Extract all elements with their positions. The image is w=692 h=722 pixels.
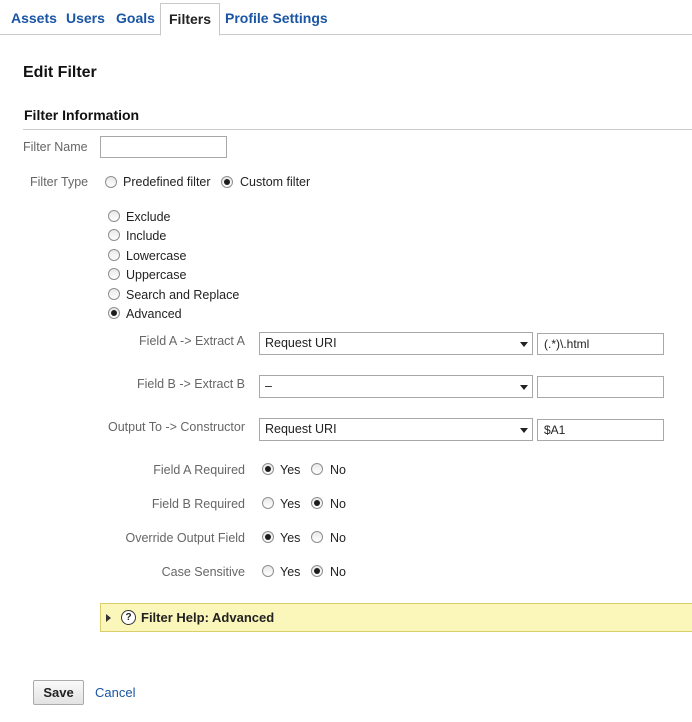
tab-filters[interactable]: Filters — [160, 3, 221, 36]
uppercase-radio[interactable] — [108, 268, 120, 280]
field-a-label: Field A -> Extract A — [139, 334, 245, 348]
filter-help-label: Filter Help: Advanced — [141, 610, 275, 625]
dropdown-arrow-icon — [520, 428, 528, 433]
yes-label: Yes — [280, 531, 301, 545]
include-radio[interactable] — [108, 229, 120, 241]
advanced-radio[interactable] — [108, 307, 120, 319]
custom-filter-label: Custom filter — [240, 175, 311, 189]
tab-profile-settings[interactable]: Profile Settings — [225, 0, 328, 35]
output-select-value: Request URI — [265, 422, 337, 436]
predefined-filter-radio[interactable] — [105, 176, 117, 188]
field-a-required-label: Field A Required — [153, 463, 245, 477]
output-label: Output To -> Constructor — [108, 420, 245, 434]
case-sensitive-no-radio[interactable] — [311, 565, 323, 577]
field-b-required-yes-radio[interactable] — [262, 497, 274, 509]
uppercase-label: Uppercase — [126, 268, 187, 282]
filter-name-label: Filter Name — [23, 140, 88, 154]
field-a-required-yes-radio[interactable] — [262, 463, 274, 475]
case-sensitive-label: Case Sensitive — [161, 565, 245, 579]
override-output-no-radio[interactable] — [311, 531, 323, 543]
field-b-required-no-radio[interactable] — [311, 497, 323, 509]
expand-triangle-icon — [106, 614, 111, 622]
extract-b-input[interactable] — [537, 376, 664, 398]
tab-users[interactable]: Users — [66, 0, 105, 35]
field-b-select-value: – — [265, 379, 272, 393]
tab-goals[interactable]: Goals — [116, 0, 155, 35]
case-sensitive-yes-radio[interactable] — [262, 565, 274, 577]
help-icon: ? — [121, 610, 136, 625]
cancel-link[interactable]: Cancel — [95, 685, 135, 700]
field-a-select[interactable]: Request URI — [259, 332, 533, 355]
predefined-filter-label: Predefined filter — [123, 175, 211, 189]
custom-filter-radio[interactable] — [221, 176, 233, 188]
include-label: Include — [126, 229, 167, 243]
yes-label: Yes — [280, 497, 301, 511]
output-select[interactable]: Request URI — [259, 418, 533, 441]
lowercase-radio[interactable] — [108, 249, 120, 261]
no-label: No — [330, 497, 346, 511]
override-output-label: Override Output Field — [125, 531, 246, 545]
search-and-replace-radio[interactable] — [108, 288, 120, 300]
exclude-radio[interactable] — [108, 210, 120, 222]
tab-assets[interactable]: Assets — [11, 0, 57, 35]
filter-help-bar[interactable]: ? Filter Help: Advanced — [100, 603, 692, 632]
page-title: Edit Filter — [23, 64, 97, 81]
advanced-label: Advanced — [126, 307, 182, 321]
filter-name-input[interactable] — [100, 136, 227, 158]
constructor-input[interactable] — [537, 419, 664, 441]
field-a-required-no-radio[interactable] — [311, 463, 323, 475]
no-label: No — [330, 531, 346, 545]
extract-a-input[interactable] — [537, 333, 664, 355]
exclude-label: Exclude — [126, 210, 171, 224]
field-b-required-label: Field B Required — [151, 497, 245, 511]
field-a-select-value: Request URI — [265, 336, 337, 350]
field-b-select[interactable]: – — [259, 375, 533, 398]
yes-label: Yes — [280, 463, 301, 477]
search-and-replace-label: Search and Replace — [126, 288, 240, 302]
section-divider — [23, 129, 692, 130]
section-title: Filter Information — [24, 107, 140, 123]
filter-type-label: Filter Type — [30, 175, 89, 189]
yes-label: Yes — [280, 565, 301, 579]
save-button[interactable]: Save — [33, 680, 84, 705]
dropdown-arrow-icon — [520, 385, 528, 390]
no-label: No — [330, 565, 346, 579]
tab-bar: Assets Users Goals Filters Profile Setti… — [0, 0, 692, 36]
dropdown-arrow-icon — [520, 342, 528, 347]
field-b-label: Field B -> Extract B — [136, 377, 245, 391]
override-output-yes-radio[interactable] — [262, 531, 274, 543]
lowercase-label: Lowercase — [126, 249, 187, 263]
no-label: No — [330, 463, 346, 477]
